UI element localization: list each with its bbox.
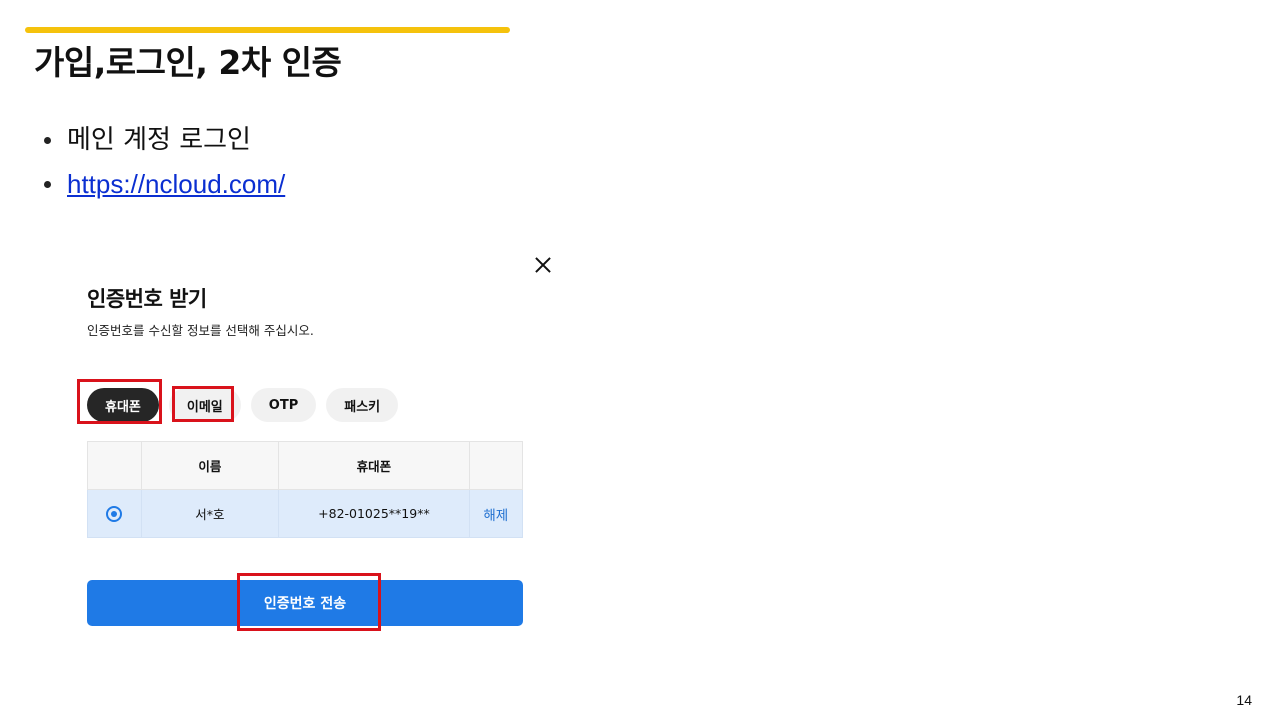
- table-row[interactable]: 서*호 +82-01025**19** 해제: [87, 489, 524, 538]
- header-action: [468, 441, 524, 490]
- tab-passkey[interactable]: 패스키: [326, 388, 399, 422]
- tab-email[interactable]: 이메일: [168, 388, 241, 422]
- bullet-item: https://ncloud.com/: [44, 162, 285, 206]
- bullet-item: 메인 계정 로그인: [44, 118, 285, 162]
- close-icon[interactable]: [533, 255, 553, 275]
- tab-phone[interactable]: 휴대폰: [87, 388, 159, 422]
- dialog-title: 인증번호 받기: [87, 287, 207, 311]
- title-accent-bar: [25, 27, 510, 33]
- bullet-dot-icon: [44, 180, 51, 188]
- tab-otp[interactable]: OTP: [250, 388, 317, 422]
- header-name: 이름: [140, 441, 280, 490]
- slide-title: 가입,로그인, 2차 인증: [34, 43, 342, 82]
- recipient-table: 이름 휴대폰 서*호 +82-01025**19** 해제: [87, 441, 524, 538]
- table-header-row: 이름 휴대폰: [87, 441, 524, 490]
- unlink-button[interactable]: 해제: [483, 508, 508, 524]
- action-cell: 해제: [468, 489, 524, 538]
- bullet-dot-icon: [44, 136, 51, 144]
- dialog-subtitle: 인증번호를 수신할 정보를 선택해 주십시오.: [87, 323, 314, 338]
- header-phone: 휴대폰: [278, 441, 470, 490]
- verification-dialog: 인증번호 받기 인증번호를 수신할 정보를 선택해 주십시오. 휴대폰 이메일 …: [70, 245, 560, 655]
- page-number: 14: [1236, 692, 1252, 708]
- header-select: [87, 441, 142, 490]
- send-code-button[interactable]: 인증번호 전송: [87, 580, 523, 626]
- radio-selected-icon[interactable]: [106, 505, 123, 522]
- name-cell: 서*호: [140, 489, 280, 538]
- ncloud-link[interactable]: https://ncloud.com/: [67, 162, 285, 206]
- select-cell[interactable]: [87, 489, 142, 538]
- phone-cell: +82-01025**19**: [278, 489, 470, 538]
- bullet-text: 메인 계정 로그인: [67, 125, 251, 155]
- bullet-list: 메인 계정 로그인 https://ncloud.com/: [44, 118, 285, 206]
- method-tabs: 휴대폰 이메일 OTP 패스키: [87, 388, 399, 422]
